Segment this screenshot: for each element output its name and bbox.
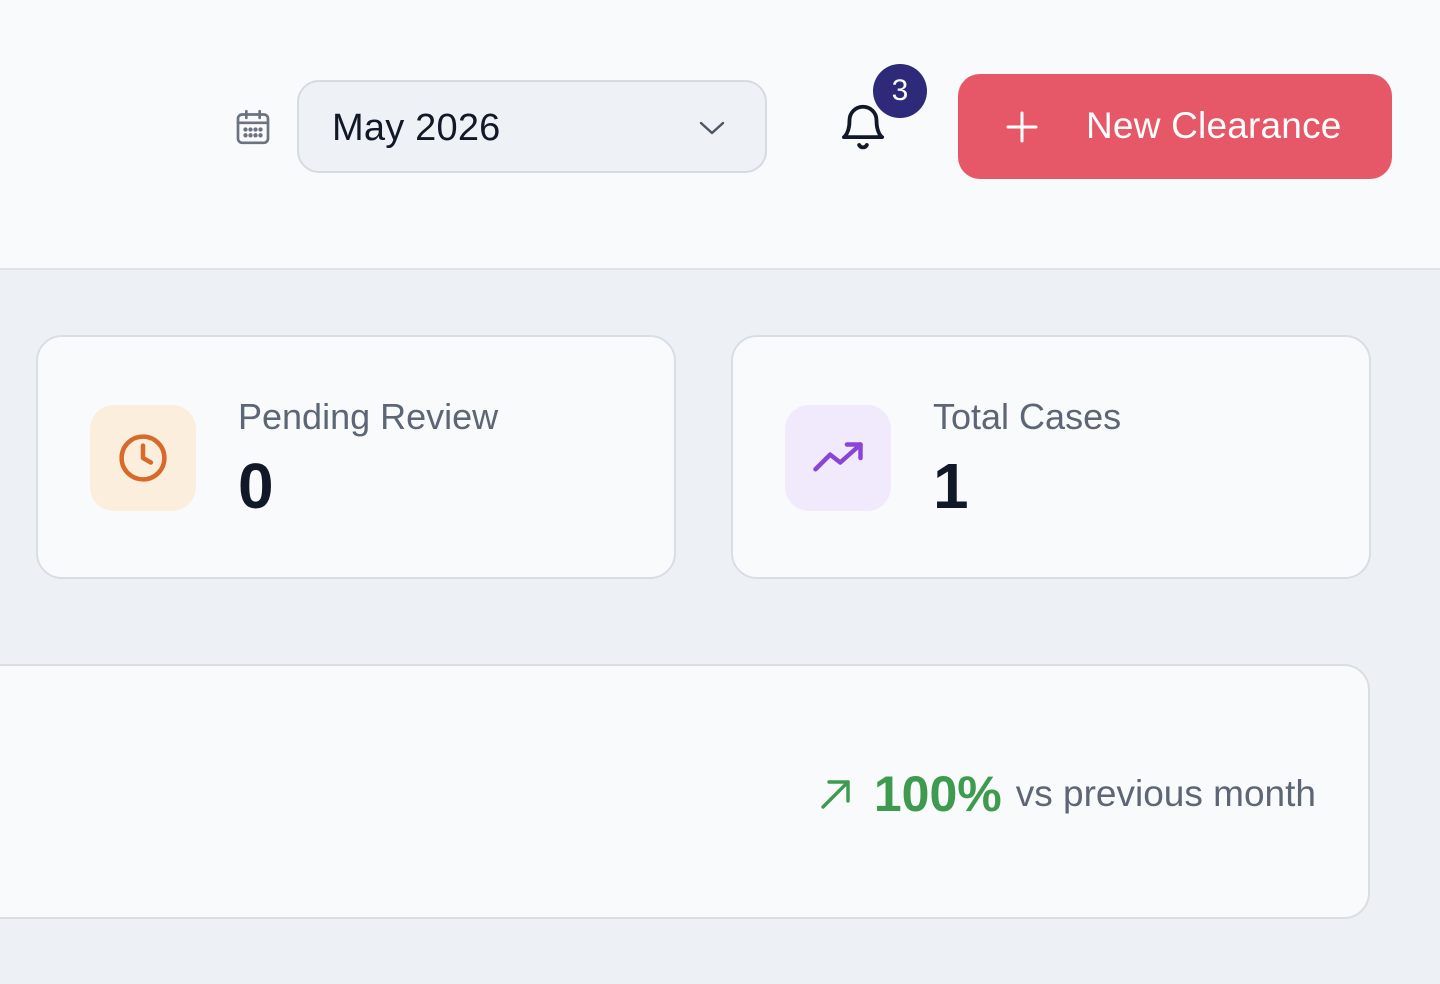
stat-label: Pending Review xyxy=(238,396,499,437)
stat-label: Total Cases xyxy=(933,396,1122,437)
notification-badge: 3 xyxy=(873,64,927,118)
stat-card-pending-review: Pending Review 0 xyxy=(36,335,676,579)
new-clearance-label: New Clearance xyxy=(1086,105,1342,146)
chevron-down-icon xyxy=(697,116,727,140)
trend-summary: 100% vs previous month xyxy=(818,766,1316,822)
month-select-value: May 2026 xyxy=(332,107,501,149)
trend-caption: vs previous month xyxy=(1015,773,1316,814)
clock-icon xyxy=(119,434,167,482)
dashboard-page: May 2026 3 New Clearance Pending Review … xyxy=(0,0,1440,984)
calendar-icon xyxy=(233,106,273,148)
arrow-up-right-icon xyxy=(818,776,854,812)
top-header: May 2026 3 New Clearance xyxy=(0,0,1440,270)
new-clearance-button[interactable]: New Clearance xyxy=(958,74,1392,179)
trend-percent: 100% xyxy=(873,766,1002,822)
plus-icon xyxy=(1006,111,1038,143)
trend-card: 100% vs previous month xyxy=(0,664,1370,919)
stat-icon-box xyxy=(785,405,891,511)
month-select[interactable]: May 2026 xyxy=(297,80,767,173)
trending-up-icon xyxy=(813,442,863,472)
stat-value: 0 xyxy=(238,450,274,522)
stat-card-total-cases: Total Cases 1 xyxy=(731,335,1371,579)
stat-value: 1 xyxy=(933,450,969,522)
stat-icon-box xyxy=(90,405,196,511)
